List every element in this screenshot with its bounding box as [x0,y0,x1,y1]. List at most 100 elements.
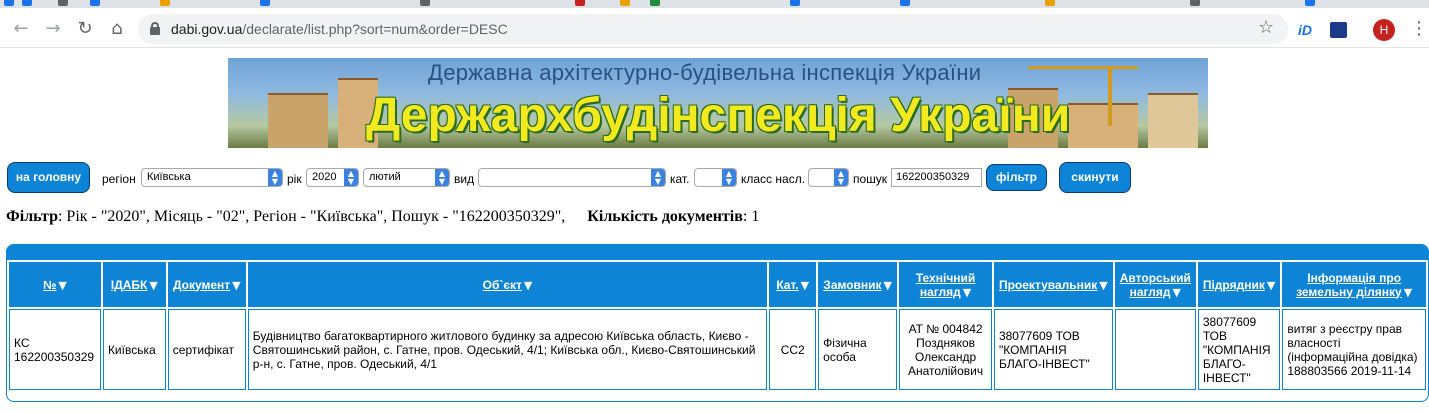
column-header-object[interactable]: Об`єкт ▼ [247,262,768,307]
filter-button[interactable]: фільтр [986,164,1047,191]
sort-desc-icon[interactable]: ▼ [801,279,809,292]
home-icon[interactable]: ⌂ [106,18,128,40]
search-input[interactable]: 162200350329 [891,168,982,187]
tab-favicon[interactable] [22,0,32,6]
tab-favicon[interactable] [650,0,660,6]
column-header-label[interactable]: № [43,278,56,292]
chevron-updown-icon: ▲ ▼ [435,169,449,186]
back-arrow-icon[interactable]: ← [10,18,32,40]
month-select[interactable]: лютий ▲ ▼ [363,168,450,187]
type-select[interactable]: ▲ ▼ [478,168,666,187]
column-header-land-info[interactable]: Інформація про земельну ділянку ▼ [1282,262,1426,307]
cell-category: СС2 [769,309,817,390]
browser-toolbar: ← → ↻ ⌂ dabi.gov.ua/declarate/list.php?s… [0,8,1429,48]
extension-icon[interactable] [1330,22,1347,38]
reload-icon[interactable]: ↻ [74,18,96,40]
document-count-value: : 1 [742,208,760,225]
sort-desc-icon[interactable]: ▼ [1267,279,1275,292]
tab-favicon[interactable] [1305,0,1315,6]
tab-favicon[interactable] [58,0,68,6]
column-header-contractor[interactable]: Підрядник ▼ [1197,262,1281,307]
cell-land-info: витяг з реєстру прав власності (інформац… [1282,309,1426,390]
cell-customer: Фізична особа [818,309,898,390]
site-banner: Державна архітектурно-будівельна інспекц… [228,58,1208,148]
reset-button[interactable]: скинути [1059,162,1131,193]
extension-id-icon[interactable]: iD [1298,22,1312,38]
column-header-label[interactable]: Об`єкт [483,278,522,292]
results-table: № ▼ ІДАБК ▼ Документ ▼ Об`єкт ▼ Кат. ▼ Замовник ▼ Те… [7,260,1428,392]
column-header-label[interactable]: ІДАБК [111,278,148,292]
cell-author-supervision [1114,309,1196,390]
cell-idabk: Київська [102,309,166,390]
chevron-updown-icon: ▲ ▼ [722,169,736,186]
address-bar[interactable]: dabi.gov.ua/declarate/list.php?sort=num&… [138,14,1288,44]
tab-favicon[interactable] [4,0,14,6]
cell-object: Будівництво багатоквартирного житлового … [247,309,768,390]
lock-icon[interactable] [150,22,160,35]
category-label: кат. [670,172,690,186]
bookmark-star-icon[interactable]: ☆ [1258,17,1274,38]
filter-summary-text: : Рік - "2020", Місяць - "02", Регіон - … [57,208,566,225]
tab-favicon[interactable] [620,0,630,6]
column-header-category[interactable]: Кат. ▼ [769,262,817,307]
tab-favicon[interactable] [900,0,910,6]
tab-favicon[interactable] [575,0,585,6]
tab-favicon[interactable] [1045,0,1055,6]
table-header-row: № ▼ ІДАБК ▼ Документ ▼ Об`єкт ▼ Кат. ▼ Замовник ▼ Те… [9,262,1426,307]
column-header-label[interactable]: земельну ділянку [1296,285,1402,299]
banner-title: Держархбудінспекція України [366,89,1071,142]
cell-document: сертифікат [167,309,246,390]
category-select[interactable]: ▲ ▼ [694,168,737,187]
document-count-label: Кількість документів [587,208,743,225]
column-header-idabk[interactable]: ІДАБК ▼ [102,262,166,307]
table-row: КС 162200350329 Київська сертифікат Будівни… [9,309,1426,390]
sort-desc-icon[interactable]: ▼ [524,279,532,292]
column-header-label[interactable]: Проектувальник [999,278,1097,292]
sort-desc-icon[interactable]: ▼ [149,279,157,292]
column-header-label[interactable]: нагляд [1130,285,1171,299]
column-header-author-supervision[interactable]: Авторський нагляд ▼ [1114,262,1196,307]
home-button[interactable]: на головну [7,162,90,193]
tab-favicon[interactable] [260,0,270,6]
column-header-tech-supervision[interactable]: Технічний нагляд ▼ [899,262,992,307]
column-header-label[interactable]: Підрядник [1203,278,1265,292]
region-select[interactable]: Київська ▲ ▼ [141,168,283,187]
tab-favicon[interactable] [1190,0,1200,6]
column-header-customer[interactable]: Замовник ▼ [818,262,898,307]
cell-designer: 38077609 ТОВ "КОМПАНІЯ БЛАГО-ІНВЕСТ" [993,309,1113,390]
column-header-num[interactable]: № ▼ [9,262,101,307]
profile-avatar[interactable]: Н [1373,19,1395,41]
column-header-label[interactable]: Замовник [823,278,881,292]
column-header-document[interactable]: Документ ▼ [167,262,246,307]
column-header-label[interactable]: Інформація про [1307,271,1401,285]
chevron-updown-icon: ▲ ▼ [344,169,358,186]
column-header-label[interactable]: Авторський [1120,271,1191,285]
column-header-designer[interactable]: Проектувальник ▼ [993,262,1113,307]
url-text[interactable]: dabi.gov.ua/declarate/list.php?sort=num&… [171,21,508,37]
tab-favicon[interactable] [790,0,800,6]
year-select[interactable]: 2020 ▲ ▼ [306,168,359,187]
table-top-band [6,244,1429,260]
menu-kebab-icon[interactable]: ⋮ [1410,19,1428,39]
sort-desc-icon[interactable]: ▼ [963,286,971,299]
sort-desc-icon[interactable]: ▼ [884,279,892,292]
class-select[interactable]: ▲ ▼ [808,168,849,187]
forward-arrow-icon[interactable]: → [42,18,64,40]
year-label: рік [287,172,302,186]
column-header-label[interactable]: Документ [173,278,230,292]
sort-desc-icon[interactable]: ▼ [232,279,240,292]
sort-desc-icon[interactable]: ▼ [1099,279,1107,292]
banner-building [268,93,328,148]
tab-favicon[interactable] [420,0,430,6]
cell-contractor: 38077609 ТОВ "КОМПАНІЯ БЛАГО-ІНВЕСТ" [1197,309,1281,390]
sort-desc-icon[interactable]: ▼ [1404,286,1412,299]
sort-desc-icon[interactable]: ▼ [58,279,66,292]
column-header-label[interactable]: Кат. [776,278,798,292]
column-header-label[interactable]: Технічний [916,271,975,285]
sort-desc-icon[interactable]: ▼ [1173,286,1181,299]
tab-favicon[interactable] [90,0,100,6]
tab-favicon[interactable] [160,0,170,6]
chevron-updown-icon: ▲ ▼ [651,169,665,186]
column-header-label[interactable]: нагляд [920,285,961,299]
browser-tab-strip [0,0,1429,8]
